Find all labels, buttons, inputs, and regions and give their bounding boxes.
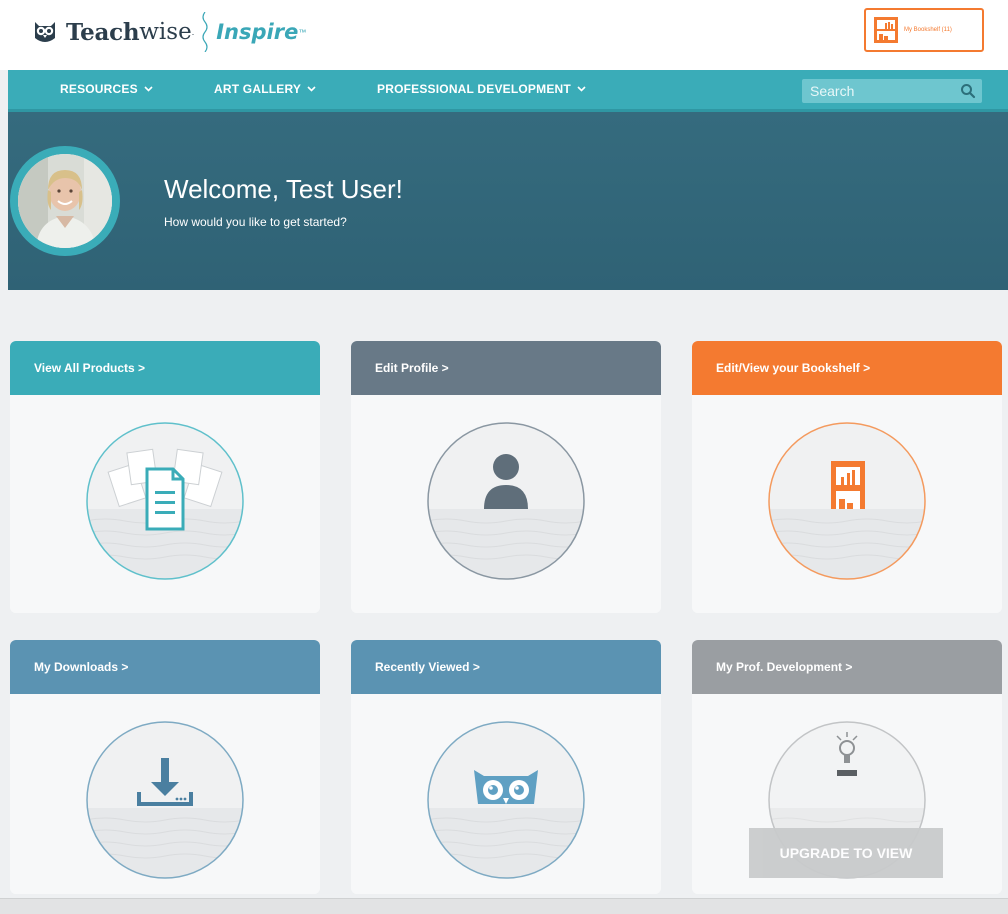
view-all-products-link[interactable]: View All Products >: [10, 341, 320, 395]
bookshelf-icon: [768, 422, 926, 580]
logo-registered-mark: .: [191, 27, 195, 37]
card-body: UPGRADE TO VIEW: [692, 694, 1002, 894]
search-icon[interactable]: [960, 83, 976, 99]
nav-resources[interactable]: RESOURCES: [60, 82, 153, 96]
welcome-banner: Welcome, Test User! How would you like t…: [8, 112, 1008, 290]
my-prof-development-link[interactable]: My Prof. Development >: [692, 640, 1002, 694]
top-bar: Teach wise. Inspire ™ My Bookshelf (11): [0, 0, 1008, 70]
edit-profile-link[interactable]: Edit Profile >: [351, 341, 661, 395]
bookshelf-card[interactable]: Edit/View your Bookshelf >: [692, 341, 1002, 613]
my-prof-development-card[interactable]: My Prof. Development > UPGRADE TO VIEW: [692, 640, 1002, 894]
nav-professional-development[interactable]: PROFESSIONAL DEVELOPMENT: [377, 82, 586, 96]
chevron-down-icon: [577, 86, 586, 92]
nav-art-gallery-label: ART GALLERY: [214, 82, 302, 96]
card-body: [351, 694, 661, 894]
my-bookshelf-button[interactable]: My Bookshelf (11): [864, 8, 984, 52]
user-photo-icon: [18, 154, 112, 248]
chevron-down-icon: [307, 86, 316, 92]
chevron-down-icon: [144, 86, 153, 92]
card-body: [10, 395, 320, 613]
recently-viewed-card[interactable]: Recently Viewed >: [351, 640, 661, 894]
welcome-heading: Welcome, Test User!: [164, 174, 403, 204]
logo-wise-text: wise: [139, 19, 192, 45]
my-downloads-link[interactable]: My Downloads >: [10, 640, 320, 694]
teachwise-inspire-logo[interactable]: Teach wise. Inspire ™: [32, 12, 306, 52]
card-body: [351, 395, 661, 613]
main-nav: RESOURCES ART GALLERY PROFESSIONAL DEVEL…: [8, 70, 1008, 112]
card-body: [692, 395, 1002, 613]
search-input[interactable]: [802, 83, 952, 99]
nav-art-gallery[interactable]: ART GALLERY: [214, 82, 316, 96]
bookshelf-icon: [874, 17, 898, 43]
document-icon: [86, 422, 244, 580]
card-body: [10, 694, 320, 894]
logo-inspire-text: Inspire: [216, 20, 299, 44]
upgrade-to-view-button[interactable]: UPGRADE TO VIEW: [749, 828, 943, 878]
search-box: [802, 79, 982, 103]
welcome-subtitle: How would you like to get started?: [164, 215, 347, 229]
avatar-ring: [10, 146, 120, 256]
avatar[interactable]: [18, 154, 112, 248]
user-icon: [427, 422, 585, 580]
nav-resources-label: RESOURCES: [60, 82, 138, 96]
owl-logo-icon: [35, 22, 55, 42]
owl-icon: [427, 721, 585, 879]
logo-teach-text: Teach: [66, 18, 140, 46]
my-bookshelf-label: My Bookshelf (11): [904, 27, 952, 33]
footer-strip: [0, 898, 1008, 914]
edit-view-bookshelf-link[interactable]: Edit/View your Bookshelf >: [692, 341, 1002, 395]
download-icon: [86, 721, 244, 879]
nav-professional-development-label: PROFESSIONAL DEVELOPMENT: [377, 82, 571, 96]
recently-viewed-link[interactable]: Recently Viewed >: [351, 640, 661, 694]
view-all-products-card[interactable]: View All Products >: [10, 341, 320, 613]
logo-trademark: ™: [298, 27, 307, 37]
edit-profile-card[interactable]: Edit Profile >: [351, 341, 661, 613]
my-downloads-card[interactable]: My Downloads >: [10, 640, 320, 894]
logo-divider-icon: [202, 12, 208, 52]
